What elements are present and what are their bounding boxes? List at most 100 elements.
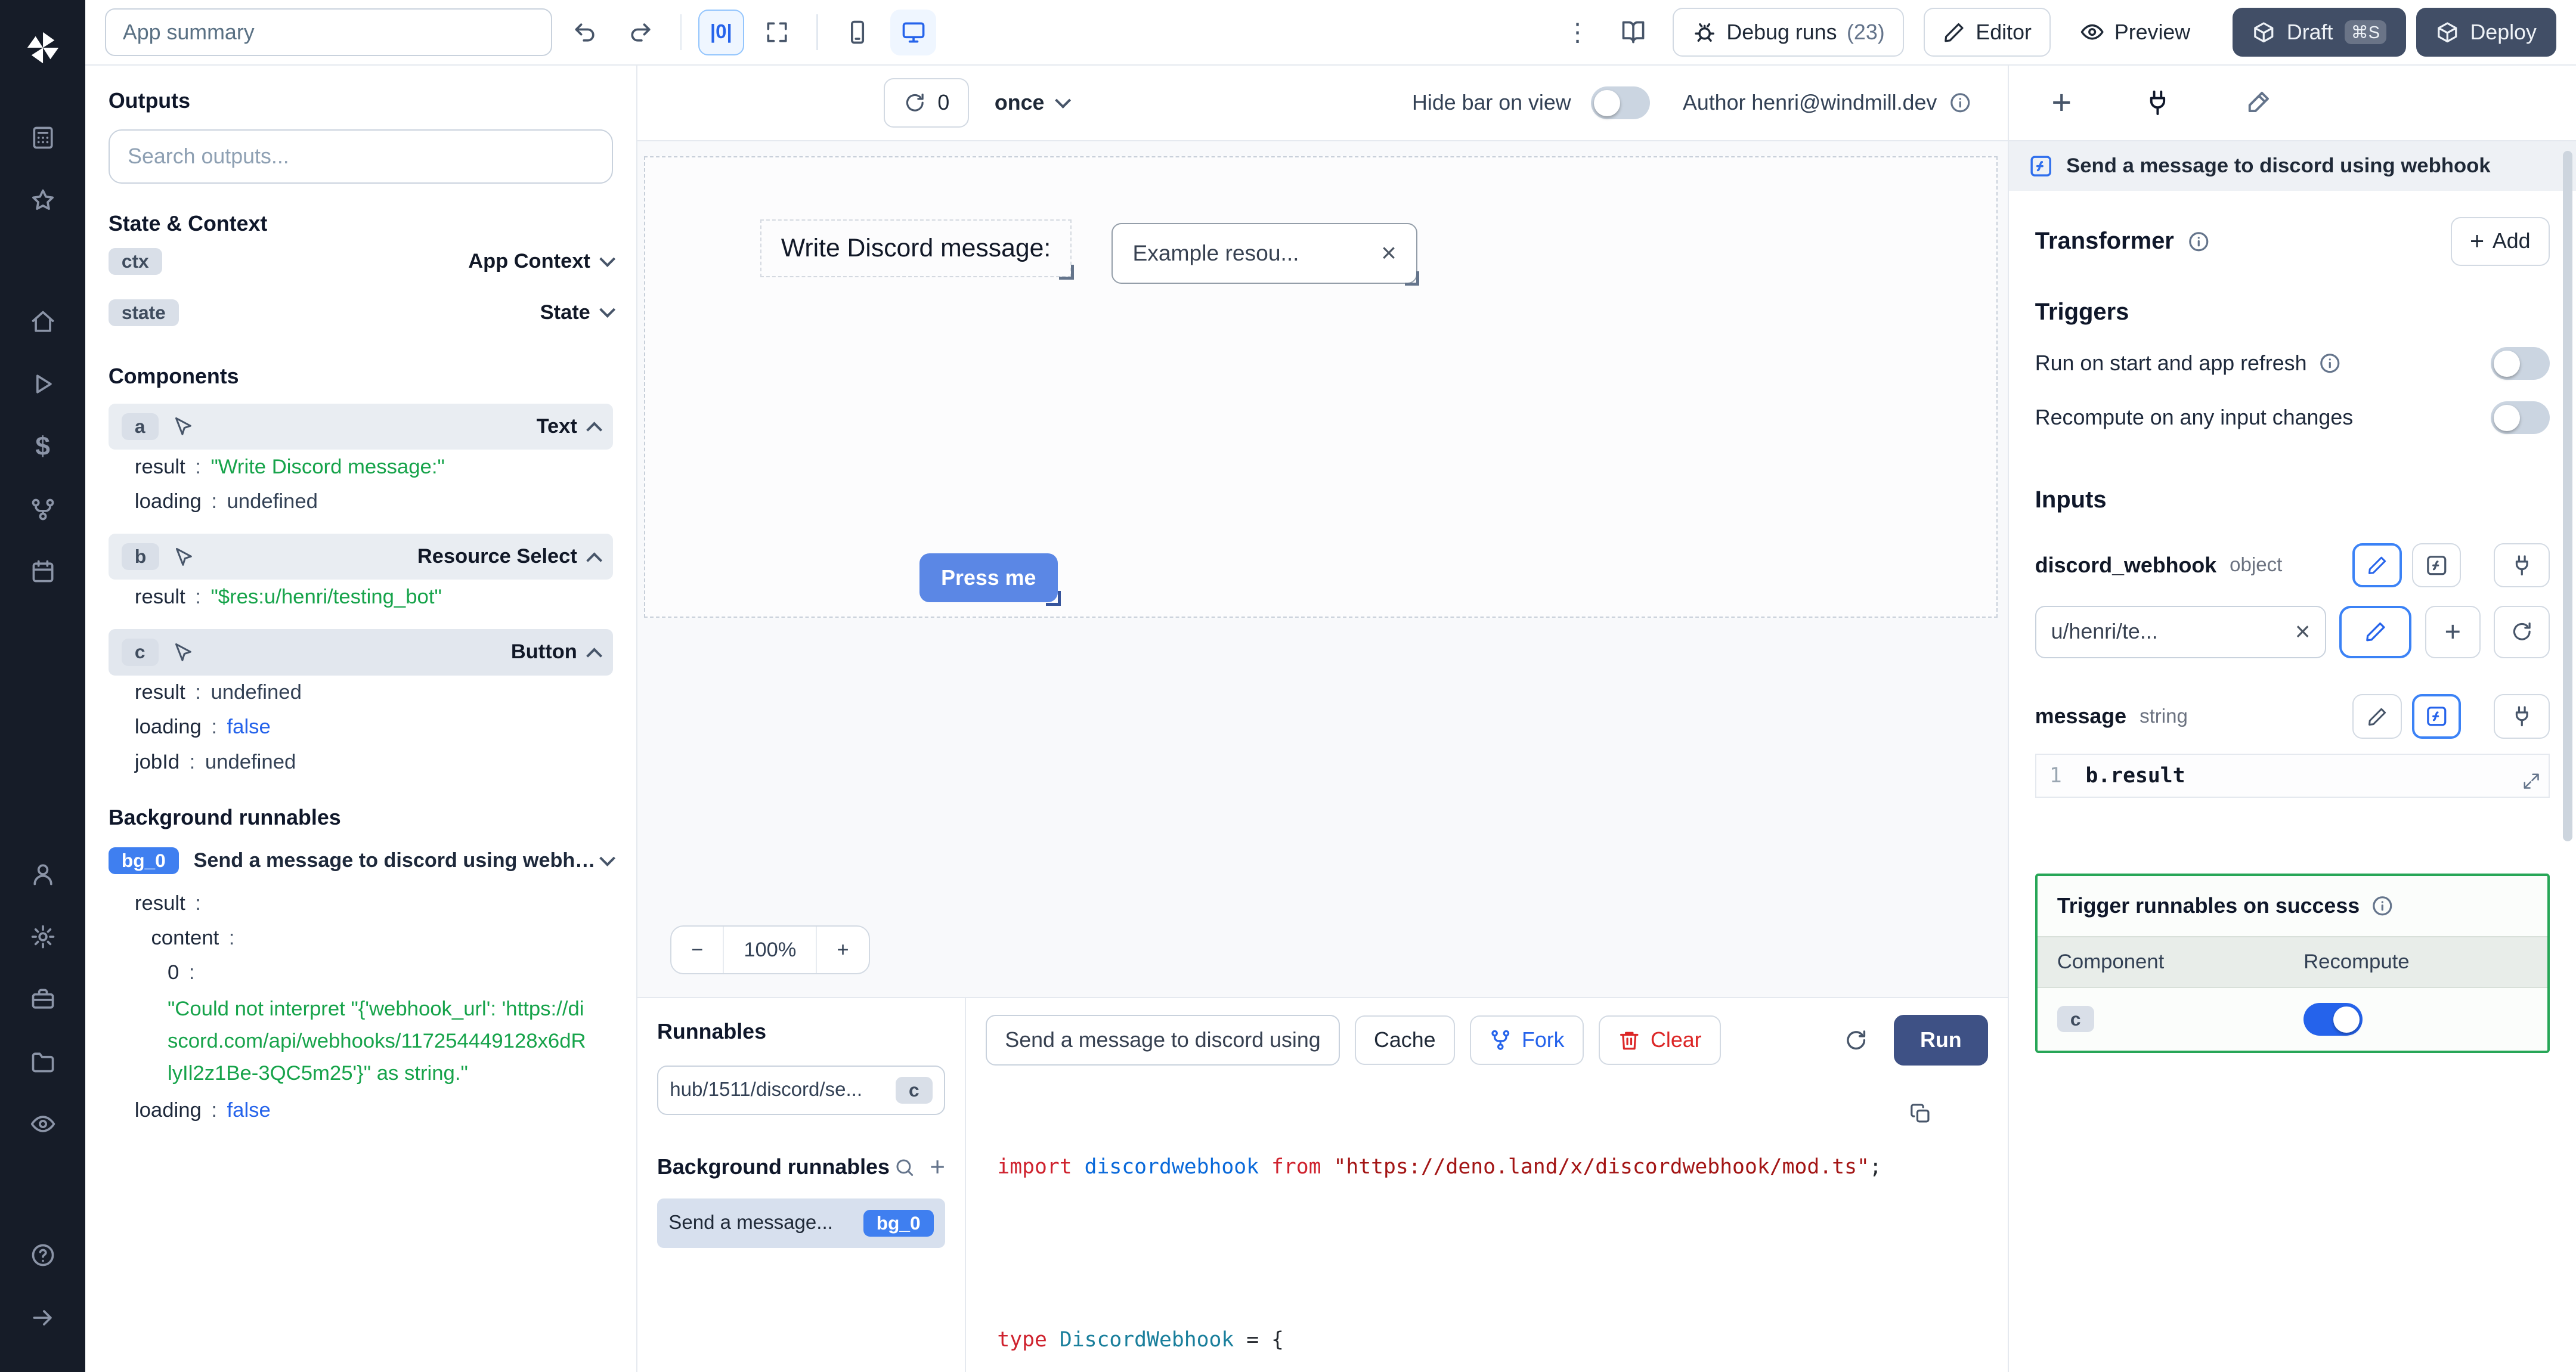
- resize-handle[interactable]: [1058, 265, 1074, 280]
- windmill-logo[interactable]: [17, 21, 69, 74]
- scrollbar[interactable]: [2562, 151, 2573, 841]
- bg-runnable-item-badge: bg_0: [863, 1209, 934, 1237]
- clear-resource-icon[interactable]: ×: [2295, 618, 2311, 645]
- search-outputs-input[interactable]: [108, 129, 614, 184]
- add-runnable-button[interactable]: +: [930, 1154, 945, 1181]
- help-icon[interactable]: [17, 1229, 69, 1281]
- rail-variables-icon[interactable]: $: [17, 420, 69, 473]
- draft-button[interactable]: Draft ⌘S: [2233, 7, 2407, 57]
- edit-resource-button[interactable]: [2339, 605, 2412, 658]
- text-component[interactable]: Write Discord message:: [760, 219, 1074, 280]
- chevron-down-icon[interactable]: [599, 250, 616, 268]
- app-canvas[interactable]: Write Discord message: Example resou... …: [637, 141, 2008, 998]
- redo-button[interactable]: [618, 10, 664, 55]
- static-edit-button[interactable]: [2352, 694, 2402, 739]
- resize-handle[interactable]: [1404, 271, 1420, 286]
- insert-component-icon[interactable]: +: [2051, 85, 2072, 120]
- create-resource-button[interactable]: +: [2425, 605, 2481, 658]
- resource-select-component[interactable]: Example resou... ×: [1111, 222, 1420, 286]
- fork-button[interactable]: Fork: [1469, 1015, 1584, 1065]
- rail-settings-icon[interactable]: [17, 910, 69, 963]
- run-mode-select[interactable]: once: [975, 78, 1089, 128]
- zoom-out-button[interactable]: −: [671, 927, 723, 973]
- eval-expression-button[interactable]: [2411, 543, 2462, 588]
- trigger-success-box: Trigger runnables on success Component R…: [2035, 873, 2550, 1053]
- bg-runnable-item-label: Send a message...: [668, 1212, 833, 1234]
- component-a-header[interactable]: a Text: [108, 403, 614, 450]
- info-icon[interactable]: [1949, 91, 1972, 114]
- component-c-header[interactable]: c Button: [108, 629, 614, 676]
- cache-button[interactable]: Cache: [1354, 1015, 1455, 1065]
- info-icon[interactable]: [2371, 894, 2394, 918]
- state-row[interactable]: state State: [108, 287, 616, 337]
- expand-editor-icon[interactable]: [2522, 772, 2540, 790]
- rail-workers-icon[interactable]: [17, 973, 69, 1025]
- zoom-in-button[interactable]: +: [817, 927, 868, 973]
- recompute-c-toggle[interactable]: [2303, 1003, 2363, 1036]
- chevron-up-icon[interactable]: [586, 647, 603, 664]
- clear-icon[interactable]: ×: [1381, 240, 1397, 267]
- chevron-up-icon[interactable]: [586, 552, 603, 568]
- run-button[interactable]: Run: [1893, 1014, 1988, 1066]
- ctx-label: App Context: [468, 250, 590, 273]
- bg-runnable-item[interactable]: Send a message... bg_0: [657, 1198, 945, 1248]
- runnable-item[interactable]: hub/1511/discord/se... c: [657, 1065, 945, 1115]
- deploy-button[interactable]: Deploy: [2416, 7, 2556, 57]
- rail-home-icon[interactable]: [17, 296, 69, 348]
- reload-script-button[interactable]: [1833, 1017, 1879, 1063]
- run-on-start-toggle[interactable]: [2490, 347, 2550, 380]
- key: loading: [134, 490, 202, 513]
- component-b-header[interactable]: b Resource Select: [108, 534, 614, 580]
- connect-input-button[interactable]: [2494, 694, 2550, 739]
- docs-button[interactable]: [1611, 10, 1657, 55]
- editor-tab[interactable]: Editor: [1924, 7, 2051, 57]
- rail-runs-icon[interactable]: [17, 358, 69, 410]
- debug-runs-button[interactable]: Debug runs (23): [1673, 7, 1904, 57]
- rail-audit-icon[interactable]: [17, 1098, 69, 1150]
- chevron-down-icon[interactable]: [599, 850, 616, 866]
- connect-input-button[interactable]: [2494, 543, 2550, 588]
- eval-expression-button[interactable]: [2411, 694, 2462, 739]
- ctx-row[interactable]: ctx App Context: [108, 236, 616, 287]
- add-transformer-button[interactable]: + Add: [2450, 216, 2550, 267]
- refresh-resources-button[interactable]: [2494, 605, 2550, 658]
- static-edit-button[interactable]: [2352, 543, 2402, 588]
- rail-users-icon[interactable]: [17, 848, 69, 900]
- fullscreen-button[interactable]: [754, 10, 800, 55]
- refresh-count-button[interactable]: 0: [884, 78, 969, 128]
- info-icon[interactable]: [2318, 352, 2342, 375]
- resource-picker-input[interactable]: u/henri/te... ×: [2035, 605, 2327, 658]
- package-icon: [2436, 21, 2459, 44]
- rail-schedules-icon[interactable]: [17, 545, 69, 597]
- button-component[interactable]: Press me: [919, 553, 1061, 606]
- desktop-view-button[interactable]: [890, 9, 937, 55]
- key: 0: [167, 961, 179, 984]
- component-settings-icon[interactable]: [2144, 89, 2172, 117]
- mobile-view-button[interactable]: [834, 10, 880, 55]
- bg-runnable-row[interactable]: bg_0 Send a message to discord using web…: [108, 835, 616, 886]
- grid-snap-button[interactable]: |0|: [698, 9, 744, 55]
- rail-resources-icon[interactable]: [17, 483, 69, 535]
- hide-bar-toggle[interactable]: [1590, 86, 1650, 120]
- app-summary-input[interactable]: [105, 8, 552, 57]
- chevron-up-icon[interactable]: [586, 422, 603, 438]
- app-grid[interactable]: Write Discord message: Example resou... …: [643, 156, 1998, 618]
- more-menu-button[interactable]: ⋮: [1555, 10, 1600, 55]
- search-icon[interactable]: [894, 1157, 915, 1178]
- info-icon[interactable]: [2187, 230, 2210, 253]
- undo-button[interactable]: [562, 10, 608, 55]
- copy-icon[interactable]: [1909, 1102, 1932, 1125]
- chevron-down-icon[interactable]: [599, 302, 616, 318]
- runnable-name-input[interactable]: Send a message to discord using: [986, 1014, 1340, 1066]
- resize-handle[interactable]: [1046, 591, 1061, 606]
- code-editor[interactable]: import discordwebhook from "https://deno…: [966, 1082, 2008, 1372]
- rail-apps-icon[interactable]: [17, 112, 69, 164]
- collapse-rail-icon[interactable]: [17, 1292, 69, 1344]
- rail-favorites-icon[interactable]: [17, 174, 69, 227]
- clear-button[interactable]: Clear: [1598, 1015, 1721, 1065]
- preview-tab[interactable]: Preview: [2060, 7, 2210, 57]
- message-expression-editor[interactable]: 1 b.result: [2035, 753, 2550, 798]
- recompute-on-change-toggle[interactable]: [2490, 401, 2550, 435]
- rail-folders-icon[interactable]: [17, 1035, 69, 1088]
- styling-icon[interactable]: [2244, 89, 2272, 117]
